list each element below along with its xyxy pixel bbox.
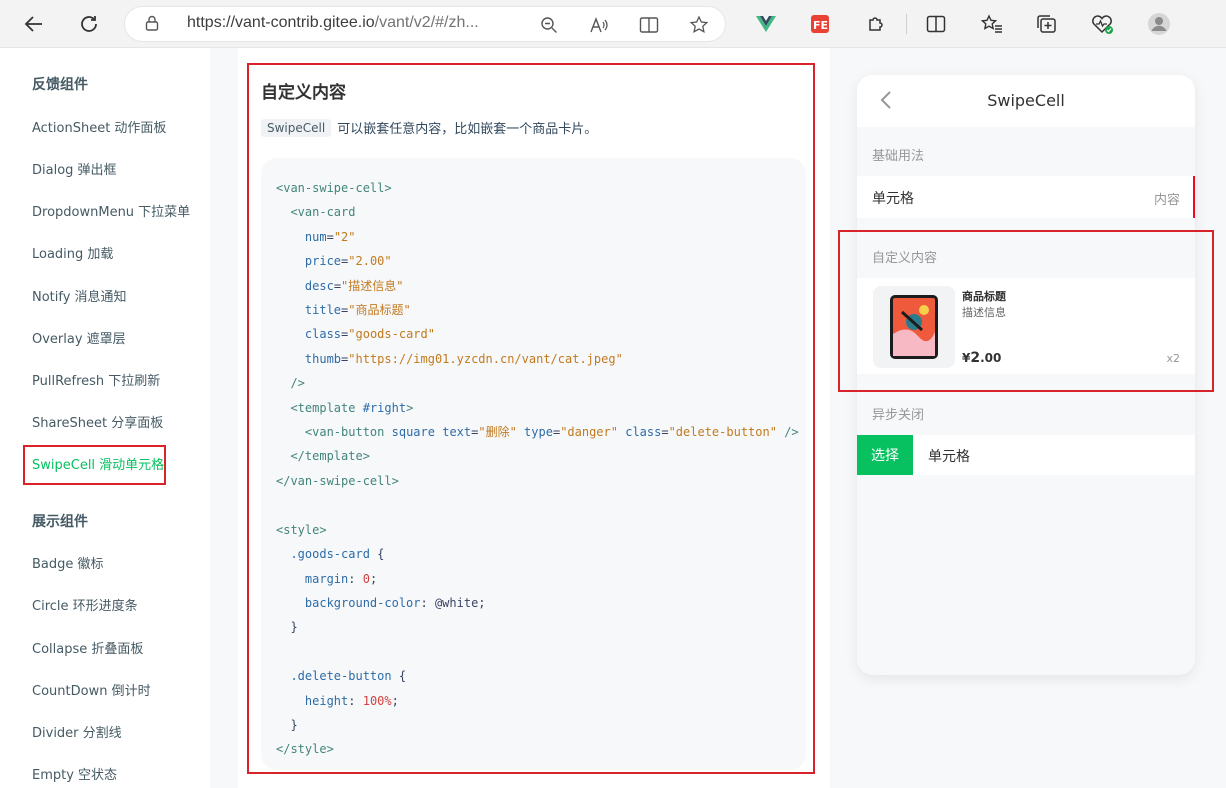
- vue-devtools-icon[interactable]: [750, 8, 782, 40]
- extensions-puzzle-icon[interactable]: [860, 8, 892, 40]
- refresh-icon[interactable]: [73, 8, 105, 40]
- lock-icon: [145, 15, 159, 35]
- select-button[interactable]: 选择: [857, 435, 913, 475]
- sidebar-item-circle[interactable]: Circle 环形进度条: [32, 595, 138, 614]
- browser-toolbar: https://vant-contrib.gitee.io/vant/v2/#/…: [0, 0, 1226, 48]
- back-arrow-icon[interactable]: [18, 8, 50, 40]
- section-title-async: 异步关闭: [872, 408, 925, 423]
- url-text[interactable]: https://vant-contrib.gitee.io/vant/v2/#/…: [187, 14, 479, 32]
- sidebar-item-divider[interactable]: Divider 分割线: [32, 722, 122, 741]
- sidebar-item-collapse[interactable]: Collapse 折叠面板: [32, 638, 143, 657]
- profile-avatar-icon[interactable]: [1143, 8, 1175, 40]
- sidebar-item-sharesheet[interactable]: ShareSheet 分享面板: [32, 412, 163, 431]
- sidebar-item-actionsheet[interactable]: ActionSheet 动作面板: [32, 117, 166, 136]
- svg-text:FE: FE: [813, 19, 828, 32]
- sidebar-item-empty[interactable]: Empty 空状态: [32, 764, 117, 783]
- zoom-icon[interactable]: [537, 13, 561, 37]
- sidebar-item-dropdownmenu[interactable]: DropdownMenu 下拉菜单: [32, 201, 190, 220]
- sidebar-item-notify[interactable]: Notify 消息通知: [32, 286, 127, 305]
- highlight-frame: [23, 445, 166, 485]
- cell-title: 单元格: [872, 191, 914, 207]
- highlight-frame: [838, 230, 1214, 392]
- sidebar-item-overlay[interactable]: Overlay 遮罩层: [32, 328, 126, 347]
- collections-icon[interactable]: [1031, 8, 1063, 40]
- phone-title: SwipeCell: [987, 91, 1065, 110]
- browser-essentials-icon[interactable]: [1086, 8, 1118, 40]
- nav-group-title: 展示组件: [32, 514, 88, 530]
- sidebar-item-dialog[interactable]: Dialog 弹出框: [32, 159, 117, 178]
- sidebar-item-loading[interactable]: Loading 加载: [32, 243, 113, 262]
- cell-value: 内容: [1153, 193, 1180, 208]
- swipe-cell-async[interactable]: 选择 单元格: [857, 435, 1195, 475]
- sidebar-item-countdown[interactable]: CountDown 倒计时: [32, 680, 151, 699]
- nav-group-title: 反馈组件: [32, 77, 88, 93]
- phone-nav-bar: SwipeCell: [857, 75, 1195, 127]
- fe-extension-icon[interactable]: FE: [804, 8, 836, 40]
- delete-action-edge: [1193, 176, 1195, 218]
- sidebar-item-badge[interactable]: Badge 徽标: [32, 553, 104, 572]
- swipe-cell-basic[interactable]: 单元格 内容: [857, 176, 1195, 218]
- cell-title: 单元格: [928, 449, 970, 465]
- toolbar-divider: [906, 14, 907, 34]
- highlight-frame: [247, 63, 815, 774]
- favorite-star-icon[interactable]: [687, 13, 711, 37]
- address-bar[interactable]: https://vant-contrib.gitee.io/vant/v2/#/…: [124, 6, 726, 42]
- favorites-icon[interactable]: [976, 8, 1008, 40]
- split-screen-icon[interactable]: [920, 8, 952, 40]
- read-aloud-icon[interactable]: [587, 13, 611, 37]
- reading-view-icon[interactable]: [637, 13, 661, 37]
- section-title-basic: 基础用法: [872, 149, 925, 164]
- sidebar-item-pullrefresh[interactable]: PullRefresh 下拉刷新: [32, 370, 160, 389]
